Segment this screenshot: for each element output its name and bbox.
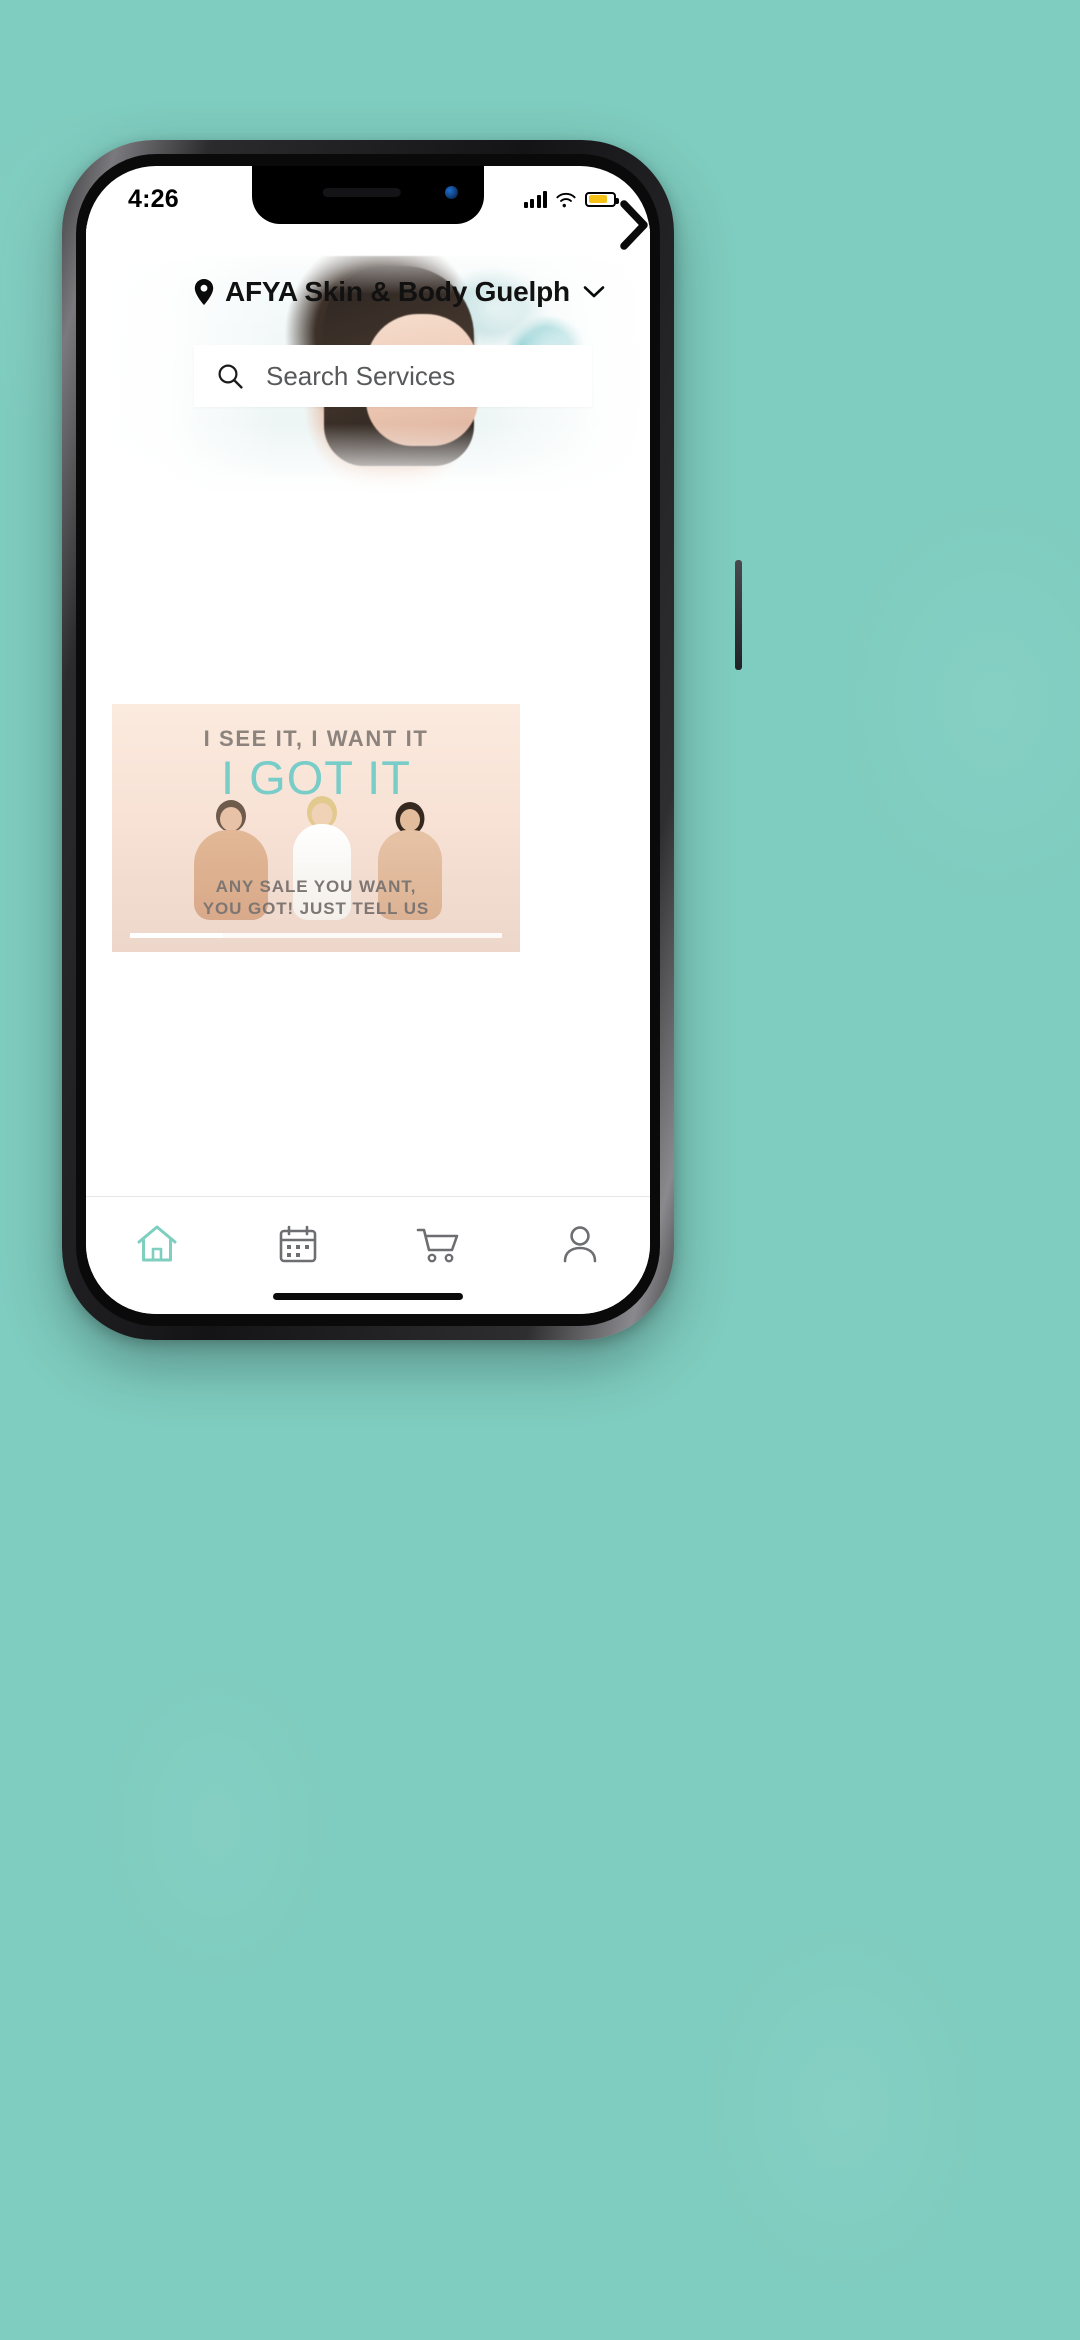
location-pin-icon xyxy=(194,279,214,305)
home-indicator xyxy=(273,1293,463,1300)
search-icon xyxy=(218,364,243,389)
battery-icon xyxy=(585,191,619,207)
power-button[interactable] xyxy=(735,560,742,670)
cart-icon xyxy=(416,1228,458,1262)
promo-progress-bar[interactable] xyxy=(130,933,502,938)
cellular-signal-icon xyxy=(523,190,547,208)
search-bar[interactable]: Search Services xyxy=(194,345,592,407)
promo-line-3b: YOU GOT! JUST TELL US xyxy=(202,898,430,918)
quick-actions-clip: Quick Book Appointments xyxy=(86,542,650,672)
phone-device-frame: 4:26 AFYA Skin & Body Guelph Search Serv… xyxy=(62,140,742,1340)
promo-progress-thumb xyxy=(130,933,223,938)
status-time: 4:26 xyxy=(128,184,179,213)
location-name: AFYA Skin & Body Guelph xyxy=(225,276,570,307)
wifi-icon xyxy=(556,192,576,207)
location-selector[interactable]: AFYA Skin & Body Guelph xyxy=(86,276,650,308)
calendar-icon xyxy=(279,1225,316,1262)
device-bezel: 4:26 AFYA Skin & Body Guelph Search Serv… xyxy=(76,154,660,1326)
chevron-down-icon[interactable] xyxy=(583,285,605,299)
home-icon xyxy=(137,1225,176,1261)
promo-line-3a: ANY SALE YOU WANT, xyxy=(215,876,417,896)
search-input[interactable]: Search Services xyxy=(266,361,455,392)
status-bar: 4:26 xyxy=(86,166,650,224)
bottom-nav-home[interactable] xyxy=(86,1197,227,1314)
promo-line-1: I SEE IT, I WANT IT xyxy=(203,726,429,751)
phone-screen: 4:26 AFYA Skin & Body Guelph Search Serv… xyxy=(86,166,650,1314)
profile-icon xyxy=(563,1225,596,1262)
promo-line-3: ANY SALE YOU WANT, YOU GOT! JUST TELL US xyxy=(112,876,520,920)
bottom-nav-profile[interactable] xyxy=(509,1197,650,1314)
promo-banner[interactable]: I SEE IT, I WANT IT I GOT IT ANY SALE YO… xyxy=(112,704,520,952)
status-icons xyxy=(523,190,619,208)
